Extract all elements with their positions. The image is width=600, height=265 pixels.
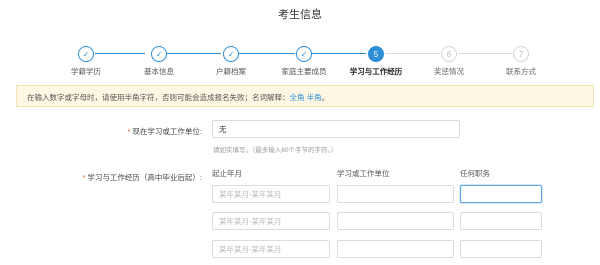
- current-unit-input[interactable]: 无: [212, 120, 460, 138]
- step-number-badge: 7: [513, 46, 529, 62]
- period-input[interactable]: 某年某月-某年某月: [212, 240, 330, 258]
- position-input[interactable]: [460, 240, 542, 258]
- position-input[interactable]: [460, 212, 542, 230]
- page-title: 考生信息: [278, 9, 322, 21]
- halfwidth-link[interactable]: 半角: [307, 93, 322, 102]
- period-input[interactable]: 某年某月-某年某月: [212, 212, 330, 230]
- fullwidth-link[interactable]: 全角: [290, 93, 305, 102]
- current-unit-hint: 请如实填写。（最多输入60个字节的字符。）: [213, 147, 338, 154]
- check-icon: ✓: [223, 46, 239, 62]
- step-label: 联系方式: [506, 67, 536, 76]
- notice-end: 。: [321, 93, 330, 102]
- history-label: * 学习与工作经历（高中毕业后起）:: [82, 173, 202, 182]
- current-unit-label: * 现在学习或工作单位:: [127, 127, 202, 136]
- position-input[interactable]: [460, 185, 542, 203]
- notice-text: 在输入数字或字母时，请使用半角字符，否则可能会造成报名失败；名词解释：: [27, 93, 290, 102]
- step-number-badge: 5: [368, 46, 384, 62]
- column-unit: 学习或工作单位: [337, 169, 390, 178]
- required-mark: *: [82, 173, 86, 182]
- unit-input[interactable]: [337, 185, 454, 203]
- period-input[interactable]: 某年某月-某年某月: [212, 185, 330, 203]
- column-period: 起止年月: [212, 169, 242, 178]
- check-icon: ✓: [151, 46, 167, 62]
- progress-stepper: ✓ 学籍学历 ✓ 基本信息 ✓ 户籍档案 ✓ 家庭主要成员 5 学习与工作经历 …: [0, 40, 600, 76]
- step-number-badge: 6: [441, 46, 457, 62]
- column-position: 任何职务: [460, 169, 490, 178]
- required-mark: *: [127, 127, 131, 136]
- check-icon: ✓: [296, 46, 312, 62]
- unit-input[interactable]: [337, 212, 454, 230]
- unit-input[interactable]: [337, 240, 454, 258]
- check-icon: ✓: [78, 46, 94, 62]
- step-7[interactable]: 7 联系方式: [476, 40, 566, 77]
- notice-banner: 在输入数字或字母时，请使用半角字符，否则可能会造成报名失败；名词解释：全角 半角…: [16, 85, 594, 107]
